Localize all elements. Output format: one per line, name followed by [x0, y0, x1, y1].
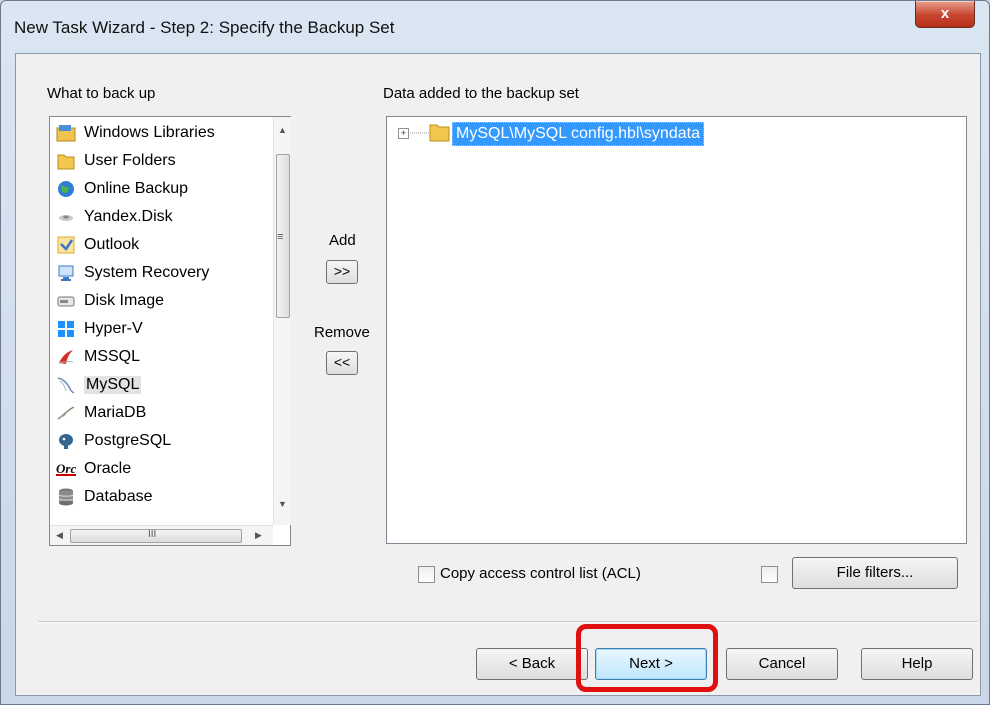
- tree-connector: [410, 132, 430, 134]
- remove-button[interactable]: <<: [326, 351, 358, 375]
- system-recovery-icon: [58, 265, 74, 281]
- list-item-mariadb[interactable]: MariaDB: [56, 400, 146, 426]
- back-button[interactable]: < Back: [476, 648, 588, 680]
- list-item-database[interactable]: Database: [56, 484, 153, 510]
- scroll-right-icon[interactable]: ▶: [255, 530, 262, 541]
- wizard-window: New Task Wizard - Step 2: Specify the Ba…: [0, 0, 990, 705]
- scroll-thumb-grip-icon: ≡: [277, 231, 284, 243]
- add-label: Add: [329, 232, 356, 249]
- file-filters-button[interactable]: File filters...: [792, 557, 958, 589]
- next-button-highlight: [576, 624, 718, 692]
- disk-image-icon: [57, 296, 75, 307]
- file-filters-checkbox[interactable]: [761, 566, 778, 583]
- list-item-mssql[interactable]: MSSQL: [56, 344, 140, 370]
- list-item-system-recovery[interactable]: System Recovery: [56, 260, 209, 286]
- hyper-v-icon: [58, 321, 74, 337]
- copy-acl-checkbox[interactable]: [418, 566, 435, 583]
- list-item-outlook[interactable]: Outlook: [56, 232, 139, 258]
- list-vertical-scrollbar[interactable]: ▲ ≡ ▼: [273, 117, 291, 525]
- scroll-left-icon[interactable]: ◀: [56, 530, 63, 541]
- window-title: New Task Wizard - Step 2: Specify the Ba…: [14, 18, 395, 37]
- copy-acl-label: Copy access control list (ACL): [440, 565, 641, 582]
- list-item-online-backup[interactable]: Online Backup: [56, 176, 188, 202]
- svg-text:Orc: Orc: [56, 461, 76, 476]
- help-button[interactable]: Help: [861, 648, 973, 680]
- outlook-icon: [57, 236, 75, 254]
- list-item-disk-image[interactable]: Disk Image: [56, 288, 164, 314]
- yandex-disk-icon: [59, 215, 73, 221]
- footer-separator: [38, 621, 978, 623]
- backup-set-tree[interactable]: + MySQL\MySQL config.hbl\syndata: [386, 116, 967, 544]
- list-item-hyper-v[interactable]: Hyper-V: [56, 316, 143, 342]
- title-bar: New Task Wizard - Step 2: Specify the Ba…: [1, 1, 989, 53]
- mysql-icon: [57, 377, 75, 394]
- windows-libraries-icon: [56, 125, 76, 142]
- mariadb-icon: [57, 406, 75, 420]
- expand-icon[interactable]: +: [398, 128, 409, 139]
- mssql-icon: [58, 350, 74, 364]
- close-button[interactable]: x: [915, 1, 975, 28]
- database-icon: [58, 488, 74, 506]
- folder-icon: [57, 154, 75, 170]
- backup-source-list[interactable]: Windows Libraries User Folders Online Ba…: [49, 116, 291, 546]
- list-item-oracle[interactable]: Orc Oracle: [56, 456, 131, 482]
- list-item-postgresql[interactable]: PostgreSQL: [56, 428, 171, 454]
- scroll-down-icon[interactable]: ▼: [278, 499, 287, 509]
- wizard-body: What to back up Windows Libraries User F…: [15, 53, 981, 696]
- backup-set-label: Data added to the backup set: [383, 85, 579, 102]
- postgresql-icon: [59, 434, 73, 449]
- oracle-icon: Orc: [56, 461, 76, 476]
- list-item-user-folders[interactable]: User Folders: [56, 148, 176, 174]
- tree-item-mysql-config[interactable]: MySQL\MySQL config.hbl\syndata: [452, 122, 704, 146]
- add-button[interactable]: >>: [326, 260, 358, 284]
- list-item-windows-libraries[interactable]: Windows Libraries: [56, 120, 215, 146]
- folder-icon: [429, 124, 450, 142]
- hscroll-grip: III: [148, 529, 157, 540]
- cancel-button[interactable]: Cancel: [726, 648, 838, 680]
- scroll-up-icon[interactable]: ▲: [278, 125, 287, 135]
- list-item-mysql[interactable]: MySQL: [56, 372, 142, 398]
- remove-label: Remove: [314, 324, 370, 341]
- globe-icon: [58, 181, 74, 197]
- list-horizontal-scrollbar[interactable]: ◀ III ▶: [50, 525, 273, 545]
- what-to-back-up-label: What to back up: [47, 85, 156, 102]
- list-item-yandex-disk[interactable]: Yandex.Disk: [56, 204, 173, 230]
